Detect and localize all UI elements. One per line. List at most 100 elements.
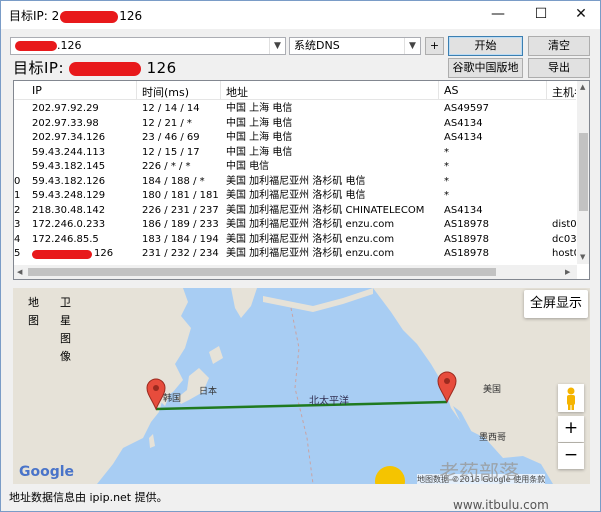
cell-host: dist0 (552, 219, 576, 230)
cell-addr: 中国 上海 电信 (226, 132, 293, 143)
cell-ip: 59.43.182.145 (32, 161, 106, 172)
cell-addr: 中国 上海 电信 (226, 117, 293, 129)
scrollbar-thumb[interactable] (28, 268, 496, 276)
cell-as: AS4134 (444, 204, 483, 216)
horizontal-scrollbar[interactable]: ◀ ▶ (14, 265, 577, 279)
label-japan: 日本 (199, 387, 218, 397)
title-suffix: 126 (119, 9, 143, 23)
pegman-icon[interactable] (558, 384, 584, 412)
redaction-mark (32, 250, 92, 259)
table-row[interactable]: 202.97.34.126 23 / 46 / 69 中国 上海 电信 AS4134 (14, 131, 576, 145)
cell-time: 183 / 184 / 194 (142, 233, 219, 245)
start-button[interactable]: 开始 (448, 36, 523, 56)
footer-text: 地址数据信息由 ipip.net 提供。 (9, 491, 168, 504)
cell-addr: 中国 上海 电信 (226, 103, 293, 114)
column-header-as[interactable]: AS (444, 84, 459, 97)
cell-time: 226 / 231 / 237 (142, 204, 219, 216)
kamchatka-landmass (231, 288, 257, 318)
cell-ip: 202.97.33.98 (32, 117, 99, 129)
cell-addr: 美国 加利福尼亚州 洛杉矶 enzu.com (226, 233, 395, 245)
ip-value: .126 (57, 39, 82, 52)
cell-addr: 美国 加利福尼亚州 洛杉矶 电信 (226, 175, 366, 187)
fullscreen-button[interactable]: 全屏显示 (524, 290, 588, 318)
column-header-ip[interactable]: IP (32, 84, 42, 97)
table-row[interactable]: 59.43.182.145 226 / * / * 中国 电信 * (14, 160, 576, 174)
cell-addr: 美国 加利福尼亚州 洛杉矶 enzu.com (226, 219, 395, 230)
cell-time: 12 / 15 / 17 (142, 146, 200, 158)
export-button[interactable]: 导出 (528, 58, 590, 78)
cell-ip: 172.246.0.233 (32, 219, 106, 230)
chevron-down-icon[interactable]: ▼ (404, 38, 420, 54)
table-row[interactable]: 0 59.43.182.126 184 / 188 / * 美国 加利福尼亚州 洛杉矶… (14, 175, 576, 189)
table-row[interactable]: 202.97.33.98 12 / 21 / * 中国 上海 电信 AS4134 (14, 117, 576, 131)
cell-as: * (444, 161, 449, 172)
cell-ip: 202.97.34.126 (32, 132, 106, 143)
close-button[interactable]: ✕ (564, 1, 598, 29)
cell-num: 5 (14, 248, 21, 259)
scroll-down-icon[interactable]: ▼ (580, 253, 585, 261)
window-title: 目标IP: 2 126 (9, 7, 142, 24)
clear-button[interactable]: 清空 (528, 36, 590, 56)
table-row[interactable]: 202.97.92.29 12 / 14 / 14 中国 上海 电信 AS49597 (14, 102, 576, 116)
cell-time: 12 / 21 / * (142, 117, 192, 129)
cell-as: * (444, 190, 449, 201)
scroll-up-icon[interactable]: ▲ (580, 83, 585, 91)
column-header-address[interactable]: 地址 (226, 84, 248, 100)
cell-time: 12 / 14 / 14 (142, 103, 200, 114)
scroll-left-icon[interactable]: ◀ (17, 268, 22, 276)
cell-time: 186 / 189 / 233 (142, 219, 219, 230)
target-ip-combo[interactable]: .126 ▼ (10, 37, 286, 55)
vertical-scrollbar[interactable]: ▲ ▼ (577, 81, 589, 264)
google-cn-map-button[interactable]: 谷歌中国版地图 (448, 58, 523, 92)
column-header-time[interactable]: 时间(ms) (142, 84, 189, 100)
maximize-button[interactable]: ☐ (524, 1, 558, 29)
dns-select[interactable]: 系统DNS ▼ (289, 37, 421, 55)
aleutian-islands (263, 288, 373, 312)
dns-select-value: 系统DNS (294, 39, 340, 52)
results-table[interactable]: IP 时间(ms) 地址 AS 主机名 202.97.92.29 12 / 14 … (13, 80, 590, 280)
footer-note: 地址数据信息由 ipip.net 提供。 (9, 489, 168, 505)
cell-as: AS18978 (444, 233, 489, 245)
minimize-button[interactable]: — (481, 1, 515, 29)
map-canvas[interactable] (13, 288, 590, 484)
cell-ip: 202.97.92.29 (32, 103, 99, 114)
cell-addr: 美国 加利福尼亚州 洛杉矶 enzu.com (226, 248, 395, 259)
cell-time: 226 / * / * (142, 161, 191, 172)
cell-addr: 美国 加利福尼亚州 洛杉矶 电信 (226, 190, 366, 201)
tab-map[interactable]: 地图 (25, 294, 42, 327)
cell-time: 23 / 46 / 69 (142, 132, 200, 143)
scroll-right-icon[interactable]: ▶ (565, 268, 570, 276)
cell-ip: 59.43.182.126 (32, 175, 106, 187)
redaction-mark (69, 61, 142, 76)
table-row[interactable]: 59.43.244.113 12 / 15 / 17 中国 上海 电信 * (14, 146, 576, 160)
hokkaido-landmass (209, 346, 223, 364)
add-dns-button[interactable]: + (425, 37, 444, 55)
table-row[interactable]: 3 172.246.0.233 186 / 189 / 233 美国 加利福尼亚州 洛… (14, 218, 576, 232)
table-row[interactable]: 5 126 231 / 232 / 234 美国 加利福尼亚州 洛杉矶 enzu.co… (14, 247, 576, 261)
scrollbar-thumb[interactable] (579, 133, 588, 211)
cell-ip: 59.43.248.129 (32, 190, 106, 201)
zoom-out-button[interactable]: − (558, 443, 584, 469)
cell-num: 0 (14, 175, 21, 187)
label-mexico: 墨西哥 (479, 433, 507, 443)
table-row[interactable]: 2 218.30.48.142 226 / 231 / 237 美国 加利福尼亚州 洛… (14, 204, 576, 218)
cell-num: 2 (14, 204, 21, 216)
cell-ip: 172.246.85.5 (32, 233, 99, 245)
target-prefix: 目标IP: (13, 59, 65, 77)
cell-addr: 中国 电信 (226, 161, 270, 172)
column-header-host[interactable]: 主机名 (552, 84, 576, 100)
table-row[interactable]: 4 172.246.85.5 183 / 184 / 194 美国 加利福尼亚州 洛杉… (14, 233, 576, 247)
cell-as: AS4134 (444, 117, 483, 129)
cell-time: 180 / 181 / 181 (142, 190, 219, 201)
cell-num: 3 (14, 219, 21, 230)
route-line (155, 400, 448, 411)
table-row[interactable]: 1 59.43.248.129 180 / 181 / 181 美国 加利福尼亚州 洛… (14, 189, 576, 203)
traceroute-window: 目标IP: 2 126 — ☐ ✕ .126 ▼ 系统DNS ▼ + 开始 清空 … (0, 0, 601, 512)
redaction-mark (60, 10, 119, 23)
chevron-down-icon[interactable]: ▼ (269, 38, 285, 54)
target-suffix: 126 (146, 59, 177, 77)
cell-addr: 中国 上海 电信 (226, 146, 293, 158)
zoom-in-button[interactable]: + (558, 416, 584, 442)
tab-satellite[interactable]: 卫星图像 (57, 294, 74, 363)
route-map[interactable]: 地图 卫星图像 全屏显示 日本 韩国 北太平洋 美国 墨西哥 + − Googl… (13, 288, 590, 484)
